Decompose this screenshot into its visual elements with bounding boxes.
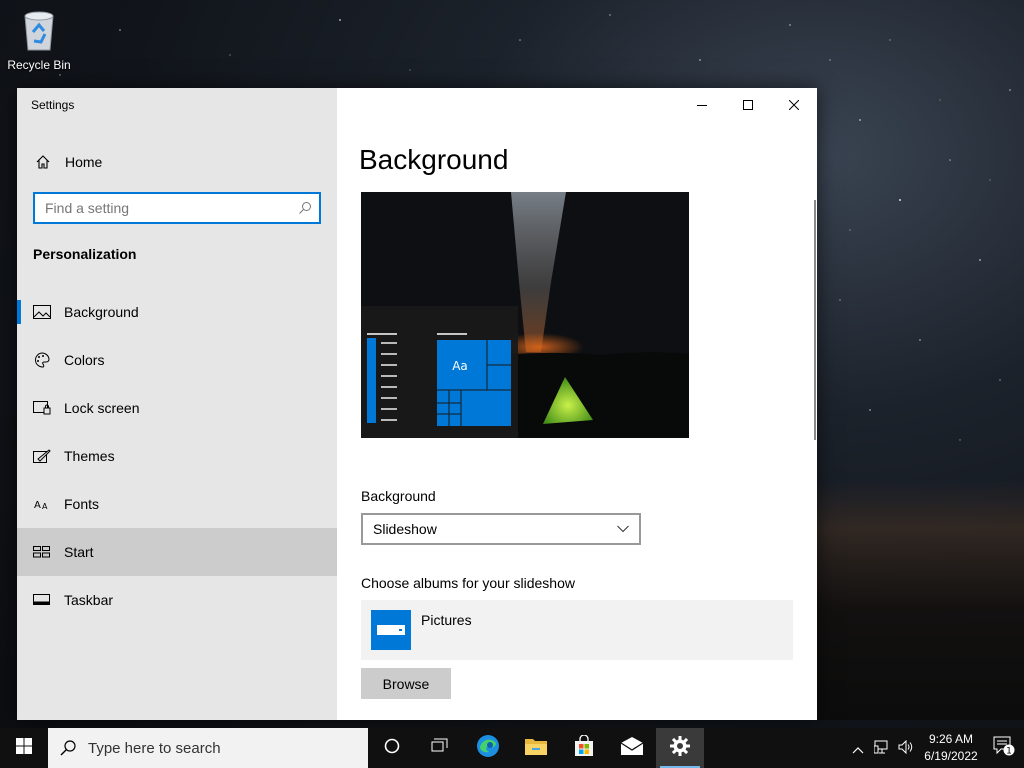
nav-label-taskbar: Taskbar — [64, 592, 114, 608]
minimize-button[interactable] — [679, 88, 725, 120]
recycle-bin-icon — [19, 6, 59, 52]
nav-item-taskbar[interactable]: Taskbar — [17, 576, 337, 624]
minimize-icon — [697, 95, 707, 114]
font-icon: AA — [32, 497, 52, 511]
nav-item-fonts[interactable]: AA Fonts — [17, 480, 337, 528]
taskbar-search-box[interactable]: Type here to search — [48, 728, 368, 768]
maximize-icon — [743, 95, 753, 114]
settings-button[interactable] — [656, 728, 704, 768]
background-type-value: Slideshow — [373, 521, 437, 537]
mail-button[interactable] — [608, 728, 656, 768]
find-setting-box[interactable] — [33, 192, 321, 224]
close-button[interactable] — [771, 88, 817, 120]
task-view-icon — [431, 738, 449, 758]
mail-icon — [620, 737, 644, 759]
clock-date: 6/19/2022 — [924, 749, 978, 763]
start-icon — [32, 546, 52, 558]
nav-item-start[interactable]: Start — [17, 528, 337, 576]
caption-buttons — [679, 88, 817, 120]
network-icon — [873, 739, 890, 758]
folder-icon — [371, 610, 411, 650]
edge-button[interactable] — [464, 728, 512, 768]
notification-icon: 1 — [993, 736, 1015, 760]
background-label: Background — [361, 488, 436, 504]
volume-icon — [898, 739, 914, 758]
store-icon — [573, 734, 595, 761]
page-title: Background — [359, 144, 509, 175]
personalization-nav: Background Colors Lock screen Themes A A… — [17, 288, 337, 624]
taskbar-icon — [32, 594, 52, 606]
home-label: Home — [65, 154, 103, 170]
nav-label-themes: Themes — [64, 448, 115, 464]
system-tray: 9:26 AM 6/19/2022 1 — [846, 728, 1024, 768]
browse-button[interactable]: Browse — [361, 668, 451, 699]
taskbar-clock[interactable]: 9:26 AM 6/19/2022 — [918, 731, 984, 765]
volume-button[interactable] — [894, 728, 918, 768]
nav-label-lock-screen: Lock screen — [64, 400, 140, 416]
lock-screen-icon — [32, 401, 52, 415]
taskbar-search-placeholder: Type here to search — [88, 739, 221, 757]
nav-label-fonts: Fonts — [64, 496, 100, 512]
section-title: Personalization — [33, 246, 137, 262]
nav-item-colors[interactable]: Colors — [17, 336, 337, 384]
cortana-button[interactable] — [368, 728, 416, 768]
notification-count: 1 — [1006, 747, 1012, 757]
taskbar: Type here to search 9:26 AM 6/19/2022 1 — [0, 728, 1024, 768]
action-center-button[interactable]: 1 — [984, 728, 1024, 768]
palette-icon — [32, 352, 52, 368]
task-view-button[interactable] — [416, 728, 464, 768]
show-hidden-icons-button[interactable] — [846, 728, 870, 768]
recycle-bin-label: Recycle Bin — [7, 58, 71, 72]
background-preview: Aa — [361, 192, 689, 438]
nav-item-background[interactable]: Background — [17, 288, 337, 336]
preview-tile-text: Aa — [452, 359, 468, 373]
file-explorer-button[interactable] — [512, 728, 560, 768]
settings-sidebar: Settings Home Personalization Background — [17, 88, 337, 720]
search-icon — [48, 740, 88, 756]
album-name: Pictures — [421, 612, 472, 628]
nav-label-colors: Colors — [64, 352, 105, 368]
svg-text:A: A — [42, 502, 48, 511]
close-icon — [788, 95, 800, 114]
cortana-icon — [384, 738, 400, 758]
content-scrollbar[interactable] — [814, 200, 816, 440]
start-button[interactable] — [0, 728, 48, 768]
preview-wallpaper: Aa — [361, 192, 689, 438]
desktop-horizon — [817, 480, 1024, 720]
settings-icon — [670, 736, 690, 760]
chevron-down-icon — [617, 525, 629, 533]
settings-content: Background Aa Background Slideshow Choos… — [337, 88, 817, 720]
window-title: Settings — [31, 98, 75, 112]
background-type-dropdown[interactable]: Slideshow — [361, 513, 641, 545]
chevron-up-icon — [852, 739, 864, 758]
nav-label-background: Background — [64, 304, 139, 320]
recycle-bin-shortcut[interactable]: Recycle Bin — [4, 6, 74, 72]
home-icon — [33, 154, 53, 170]
network-button[interactable] — [870, 728, 894, 768]
nav-item-lock-screen[interactable]: Lock screen — [17, 384, 337, 432]
maximize-button[interactable] — [725, 88, 771, 120]
windows-logo-icon — [16, 738, 32, 758]
home-nav-item[interactable]: Home — [17, 146, 337, 178]
nav-item-themes[interactable]: Themes — [17, 432, 337, 480]
albums-label: Choose albums for your slideshow — [361, 575, 575, 591]
file-explorer-icon — [524, 736, 548, 760]
clock-time: 9:26 AM — [928, 732, 974, 746]
picture-icon — [32, 305, 52, 319]
search-icon — [291, 201, 319, 215]
store-button[interactable] — [560, 728, 608, 768]
settings-window: Settings Home Personalization Background — [17, 88, 817, 720]
find-setting-input[interactable] — [35, 194, 291, 222]
album-pictures[interactable]: Pictures — [361, 600, 793, 660]
nav-label-start: Start — [64, 544, 94, 560]
edge-icon — [476, 734, 500, 762]
brush-icon — [32, 449, 52, 463]
svg-text:A: A — [34, 500, 41, 511]
